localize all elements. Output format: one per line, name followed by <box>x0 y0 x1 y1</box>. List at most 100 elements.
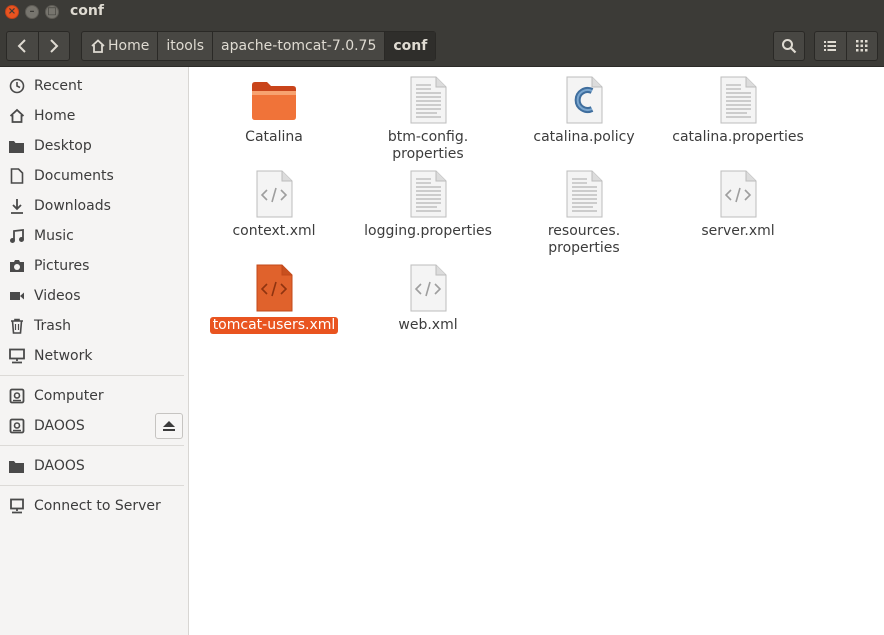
sidebar-item-connect-to-server[interactable]: Connect to Server <box>0 491 184 521</box>
file-item-catalina[interactable]: Catalina <box>204 75 344 146</box>
sidebar-item-documents[interactable]: Documents <box>0 161 184 191</box>
sidebar-item-label: DAOOS <box>34 458 85 474</box>
home-icon <box>8 108 25 124</box>
file-name: Catalina <box>245 129 303 145</box>
sidebar-item-videos[interactable]: Videos <box>0 281 184 311</box>
grid-view-icon <box>855 40 868 52</box>
text-file-icon <box>559 169 609 219</box>
sidebar-separator <box>0 375 184 376</box>
drive-icon <box>8 388 25 404</box>
sidebar-item-label: Desktop <box>34 138 92 154</box>
sidebar-item-label: Computer <box>34 388 104 404</box>
forward-button[interactable] <box>37 32 70 60</box>
file-item-context-xml[interactable]: context.xml <box>204 169 344 240</box>
drive-icon <box>8 418 25 434</box>
breadcrumb-apache-tomcat[interactable]: apache-tomcat-7.0.75 <box>213 32 386 60</box>
server-icon <box>8 498 25 514</box>
folder-icon <box>8 459 25 474</box>
video-icon <box>8 290 25 302</box>
sidebar-item-network[interactable]: Network <box>0 341 184 371</box>
maximize-window-button[interactable]: □ <box>45 5 59 19</box>
breadcrumb-label: apache-tomcat-7.0.75 <box>221 38 377 54</box>
breadcrumb-label: itools <box>166 38 205 54</box>
chevron-right-icon <box>50 39 59 53</box>
sidebar-item-music[interactable]: Music <box>0 221 184 251</box>
list-view-icon <box>824 41 837 51</box>
file-name: resources. properties <box>547 223 621 256</box>
breadcrumb-label: Home <box>108 38 150 54</box>
file-name: context.xml <box>232 223 316 239</box>
breadcrumb-home[interactable]: Home <box>82 32 159 60</box>
eject-button[interactable] <box>155 413 183 439</box>
breadcrumb-label: conf <box>393 38 428 54</box>
search-icon <box>782 39 797 54</box>
xml-file-icon <box>249 263 299 313</box>
text-file-icon <box>403 75 453 125</box>
xml-file-icon <box>403 263 453 313</box>
window-title: conf <box>70 3 104 19</box>
file-item-logging-properties[interactable]: logging.properties <box>358 169 498 240</box>
home-icon <box>91 39 105 53</box>
sidebar: Recent Home Desktop Documents Downloads … <box>0 67 189 635</box>
sidebar-item-label: Home <box>34 108 76 124</box>
camera-icon <box>8 259 25 273</box>
file-name: catalina.policy <box>533 129 635 145</box>
file-item-catalina-policy[interactable]: catalina.policy <box>514 75 654 146</box>
file-grid: Catalina btm-config. properties catalina… <box>189 67 884 635</box>
file-name: catalina.properties <box>672 129 804 145</box>
chevron-left-icon <box>17 39 26 53</box>
breadcrumb-conf[interactable]: conf <box>385 32 436 60</box>
file-item-btm-config-properties[interactable]: btm-config. properties <box>358 75 498 163</box>
eject-icon <box>163 421 175 431</box>
trash-icon <box>8 318 25 334</box>
file-item-tomcat-users-xml[interactable]: tomcat-users.xml <box>204 263 344 334</box>
file-name: logging.properties <box>364 223 492 239</box>
sidebar-item-label: Music <box>34 228 74 244</box>
sidebar-item-label: Recent <box>34 78 83 94</box>
file-name: web.xml <box>398 317 458 333</box>
sidebar-item-computer[interactable]: Computer <box>0 381 184 411</box>
search-button[interactable] <box>773 31 805 61</box>
file-name: server.xml <box>701 223 775 239</box>
file-item-catalina-properties[interactable]: catalina.properties <box>668 75 808 146</box>
text-file-icon <box>403 169 453 219</box>
minimize-window-button[interactable]: – <box>25 5 39 19</box>
sidebar-item-label: Downloads <box>34 198 111 214</box>
sidebar-item-label: Pictures <box>34 258 90 274</box>
list-view-button[interactable] <box>815 32 846 60</box>
sidebar-separator <box>0 485 184 486</box>
sidebar-item-label: Connect to Server <box>34 498 161 514</box>
music-icon <box>8 228 25 244</box>
sidebar-item-recent[interactable]: Recent <box>0 71 184 101</box>
network-icon <box>8 348 25 364</box>
download-icon <box>8 198 25 214</box>
grid-view-button[interactable] <box>845 32 878 60</box>
text-file-icon <box>713 75 763 125</box>
file-name: tomcat-users.xml <box>209 317 339 334</box>
sidebar-item-trash[interactable]: Trash <box>0 311 184 341</box>
sidebar-item-downloads[interactable]: Downloads <box>0 191 184 221</box>
sidebar-item-label: Trash <box>34 318 71 334</box>
sidebar-item-home[interactable]: Home <box>0 101 184 131</box>
document-icon <box>8 168 25 184</box>
xml-file-icon <box>249 169 299 219</box>
sidebar-item-label: DAOOS <box>34 418 85 434</box>
close-window-button[interactable]: × <box>5 5 19 19</box>
navigation-buttons <box>6 31 70 61</box>
folder-icon <box>8 139 25 154</box>
file-item-resources-properties[interactable]: resources. properties <box>514 169 654 257</box>
toolbar: Home itools apache-tomcat-7.0.75 conf <box>0 24 884 67</box>
sidebar-item-pictures[interactable]: Pictures <box>0 251 184 281</box>
back-button[interactable] <box>7 32 38 60</box>
sidebar-item-daoos-folder[interactable]: DAOOS <box>0 451 184 481</box>
file-item-server-xml[interactable]: server.xml <box>668 169 808 240</box>
sidebar-item-daoos-drive[interactable]: DAOOS <box>0 411 150 441</box>
sidebar-item-label: Videos <box>34 288 81 304</box>
breadcrumb-itools[interactable]: itools <box>158 32 214 60</box>
c-source-file-icon <box>559 75 609 125</box>
file-name: btm-config. properties <box>387 129 469 162</box>
file-item-web-xml[interactable]: web.xml <box>358 263 498 334</box>
breadcrumb: Home itools apache-tomcat-7.0.75 conf <box>81 31 437 61</box>
sidebar-item-desktop[interactable]: Desktop <box>0 131 184 161</box>
title-bar: × – □ conf <box>0 0 884 24</box>
